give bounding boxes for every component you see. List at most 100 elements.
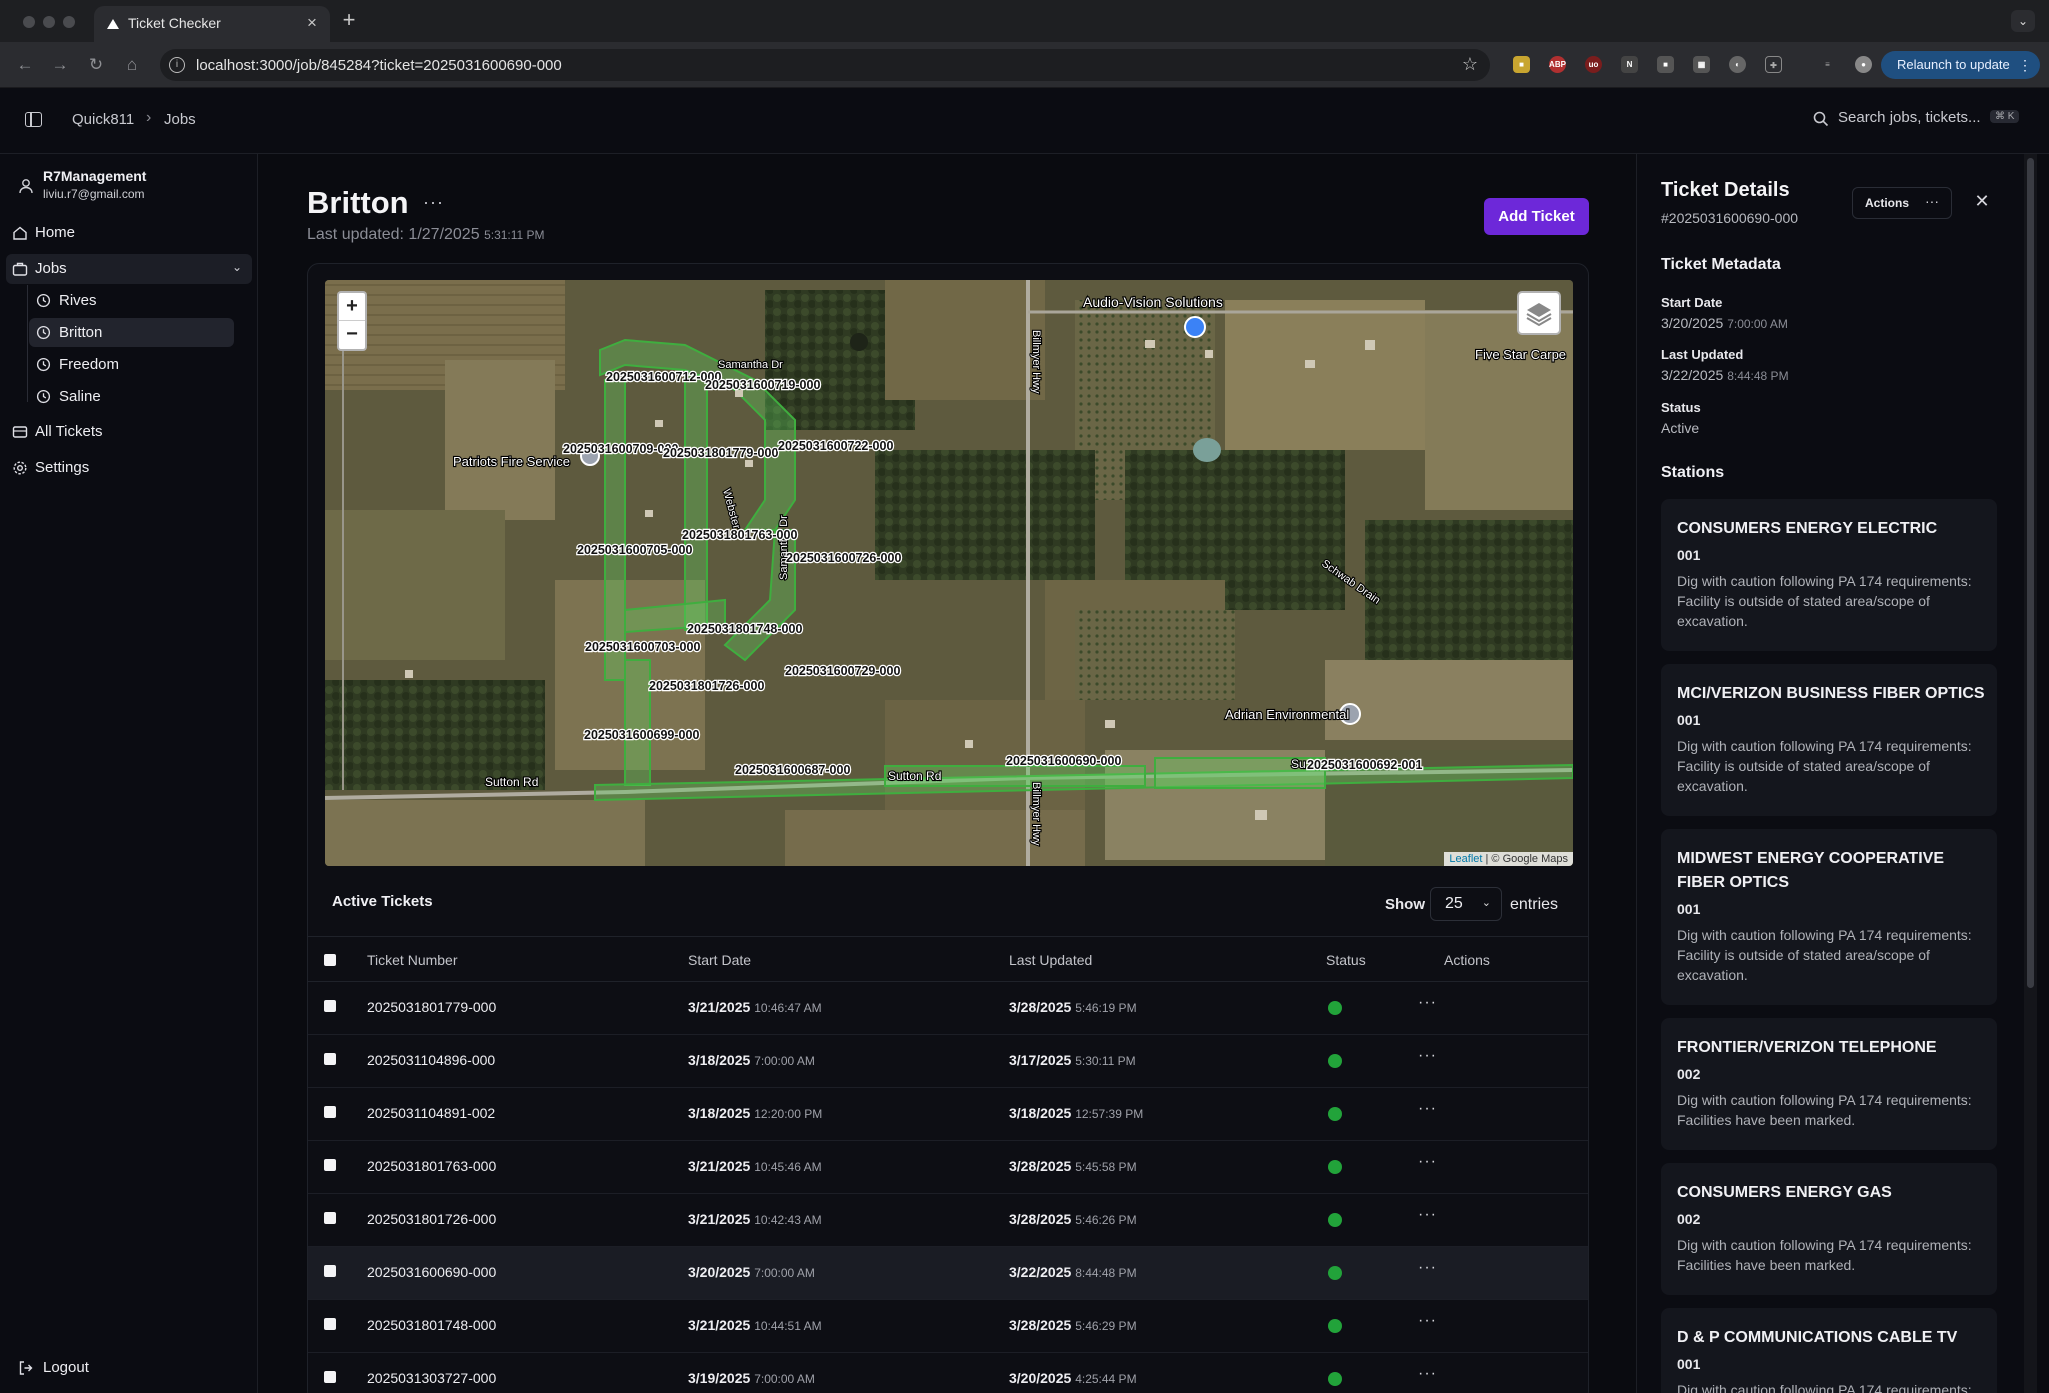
- row-checkbox[interactable]: [324, 1371, 336, 1383]
- extension-6-icon[interactable]: ▦: [1693, 56, 1710, 73]
- table-row[interactable]: 2025031303727-000 3/19/2025 7:00:00 AM 3/2…: [308, 1353, 1588, 1393]
- ticket-number-cell[interactable]: 2025031801748-000: [367, 1317, 496, 1333]
- table-row[interactable]: 2025031801726-000 3/21/2025 10:42:43 AM 3/…: [308, 1194, 1588, 1247]
- ticket-number-cell[interactable]: 2025031801763-000: [367, 1158, 496, 1174]
- home-icon[interactable]: ⌂: [119, 52, 145, 78]
- reload-icon[interactable]: ↻: [83, 52, 109, 78]
- row-checkbox[interactable]: [324, 1053, 336, 1065]
- close-icon[interactable]: ✕: [1970, 191, 1994, 212]
- row-more-icon[interactable]: ···: [1418, 1206, 1437, 1224]
- ticket-number-cell[interactable]: 2025031303727-000: [367, 1370, 496, 1386]
- sidebar-item-all-tickets[interactable]: All Tickets: [6, 417, 252, 447]
- browser-tab-bar: Ticket Checker × + ⌄: [0, 0, 2049, 42]
- row-checkbox[interactable]: [324, 1106, 336, 1118]
- column-header-start-date[interactable]: Start Date: [688, 952, 751, 968]
- last-updated-cell: 3/17/2025 5:30:11 PM: [1009, 1052, 1136, 1068]
- row-checkbox[interactable]: [324, 1000, 336, 1012]
- row-more-icon[interactable]: ···: [1418, 1153, 1437, 1171]
- row-more-icon[interactable]: ···: [1418, 1365, 1437, 1383]
- reading-list-icon[interactable]: ≡: [1819, 56, 1836, 73]
- extension-5-icon[interactable]: ■: [1657, 56, 1674, 73]
- scrollbar-thumb[interactable]: [2027, 158, 2034, 988]
- address-url[interactable]: localhost:3000/job/845284?ticket=2025031…: [196, 57, 562, 74]
- ublock-icon[interactable]: uo: [1585, 56, 1602, 73]
- ticket-number-cell[interactable]: 2025031104891-002: [367, 1105, 495, 1121]
- sidebar-item-settings[interactable]: Settings: [6, 453, 252, 483]
- column-header-status[interactable]: Status: [1326, 952, 1366, 968]
- new-tab-icon[interactable]: +: [336, 7, 362, 33]
- panel-scrollbar[interactable]: [2024, 154, 2037, 1393]
- last-updated-cell: 3/28/2025 5:45:58 PM: [1009, 1158, 1137, 1174]
- leaflet-link[interactable]: Leaflet: [1449, 853, 1482, 865]
- row-checkbox[interactable]: [324, 1159, 336, 1171]
- sidebar-toggle-icon[interactable]: [25, 112, 42, 127]
- sidebar-item-home[interactable]: Home: [6, 218, 252, 248]
- column-header-ticket-number[interactable]: Ticket Number: [367, 952, 458, 968]
- station-code: 002: [1677, 1066, 1701, 1082]
- bookmark-star-icon[interactable]: ☆: [1462, 54, 1478, 75]
- sidebar-item-freedom[interactable]: Freedom: [29, 350, 234, 379]
- map-place-label: Adrian Environmental: [1225, 707, 1349, 722]
- briefcase-icon: [12, 262, 28, 276]
- add-ticket-button[interactable]: Add Ticket: [1484, 198, 1589, 235]
- row-checkbox[interactable]: [324, 1265, 336, 1277]
- table-row[interactable]: 2025031801763-000 3/21/2025 10:45:46 AM 3/…: [308, 1141, 1588, 1194]
- job-more-icon[interactable]: ···: [423, 192, 444, 213]
- row-more-icon[interactable]: ···: [1418, 1100, 1437, 1118]
- sidebar-item-britton[interactable]: Britton: [29, 318, 234, 347]
- station-card: CONSUMERS ENERGY ELECTRIC 001 Dig with cau…: [1661, 499, 1997, 651]
- ticket-number-cell[interactable]: 2025031801726-000: [367, 1211, 496, 1227]
- job-map[interactable]: Audio-Vision Solutions Five Star Carpe P…: [325, 280, 1573, 866]
- window-close-dot[interactable]: [23, 16, 35, 28]
- row-more-icon[interactable]: ···: [1418, 1047, 1437, 1065]
- table-row[interactable]: 2025031104896-000 3/18/2025 7:00:00 AM 3/1…: [308, 1035, 1588, 1088]
- select-all-checkbox[interactable]: [324, 954, 336, 966]
- profile-avatar-icon[interactable]: ●: [1855, 56, 1872, 73]
- window-minimize-dot[interactable]: [43, 16, 55, 28]
- zoom-in-button[interactable]: +: [339, 293, 365, 321]
- panel-actions-button[interactable]: Actions ···: [1852, 187, 1952, 219]
- tab-close-icon[interactable]: ×: [302, 13, 322, 33]
- sidebar-item-rives[interactable]: Rives: [29, 286, 234, 315]
- zoom-out-button[interactable]: −: [339, 321, 365, 349]
- sidebar-item-saline[interactable]: Saline: [29, 382, 234, 411]
- back-icon[interactable]: ←: [12, 52, 38, 78]
- address-bar[interactable]: i localhost:3000/job/845284?ticket=20250…: [160, 49, 1490, 81]
- relaunch-button[interactable]: Relaunch to update ⋮: [1881, 51, 2040, 79]
- last-updated-cell: 3/28/2025 5:46:26 PM: [1009, 1211, 1137, 1227]
- row-more-icon[interactable]: ···: [1418, 1312, 1437, 1330]
- table-row[interactable]: 2025031104891-002 3/18/2025 12:20:00 PM 3/…: [308, 1088, 1588, 1141]
- table-row[interactable]: 2025031600690-000 3/20/2025 7:00:00 AM 3/2…: [308, 1247, 1588, 1300]
- search-input[interactable]: [1838, 109, 1988, 126]
- table-row[interactable]: 2025031801748-000 3/21/2025 10:44:51 AM 3/…: [308, 1300, 1588, 1353]
- ticket-number-cell[interactable]: 2025031600690-000: [367, 1264, 496, 1280]
- extensions-puzzle-icon[interactable]: ✚: [1765, 56, 1782, 73]
- notion-icon[interactable]: N: [1621, 56, 1638, 73]
- row-more-icon[interactable]: ···: [1418, 1259, 1437, 1277]
- map-layers-button[interactable]: [1517, 291, 1561, 335]
- ticket-number-cell[interactable]: 2025031801779-000: [367, 999, 496, 1015]
- extension-1-icon[interactable]: ■: [1513, 56, 1530, 73]
- sidebar-item-jobs[interactable]: Jobs ⌄: [6, 254, 252, 284]
- adblock-icon[interactable]: ABP: [1549, 56, 1566, 73]
- sidebar-item-label: Jobs: [35, 260, 67, 277]
- window-zoom-dot[interactable]: [63, 16, 75, 28]
- row-more-icon[interactable]: ···: [1418, 994, 1437, 1012]
- tab-search-icon[interactable]: ⌄: [2011, 10, 2035, 32]
- site-info-icon[interactable]: i: [169, 57, 185, 73]
- logout-button[interactable]: Logout: [18, 1357, 138, 1381]
- breadcrumb-quick811[interactable]: Quick811: [72, 111, 134, 128]
- row-checkbox[interactable]: [324, 1212, 336, 1224]
- browser-tab[interactable]: Ticket Checker ×: [94, 6, 330, 42]
- breadcrumb-jobs[interactable]: Jobs: [164, 111, 196, 128]
- table-row[interactable]: 2025031801779-000 3/21/2025 10:46:47 AM 3/…: [308, 982, 1588, 1035]
- gear-icon: [13, 461, 27, 475]
- start-time: 10:45:46 AM: [754, 1160, 822, 1174]
- row-checkbox[interactable]: [324, 1318, 336, 1330]
- forward-icon[interactable]: →: [47, 52, 73, 78]
- column-header-last-updated[interactable]: Last Updated: [1009, 952, 1092, 968]
- page-size-select[interactable]: 25 ⌄: [1430, 887, 1502, 921]
- ticket-number-cell[interactable]: 2025031104896-000: [367, 1052, 495, 1068]
- extension-7-icon[interactable]: ◐: [1729, 56, 1746, 73]
- browser-menu-icon[interactable]: ⋮: [2018, 51, 2032, 79]
